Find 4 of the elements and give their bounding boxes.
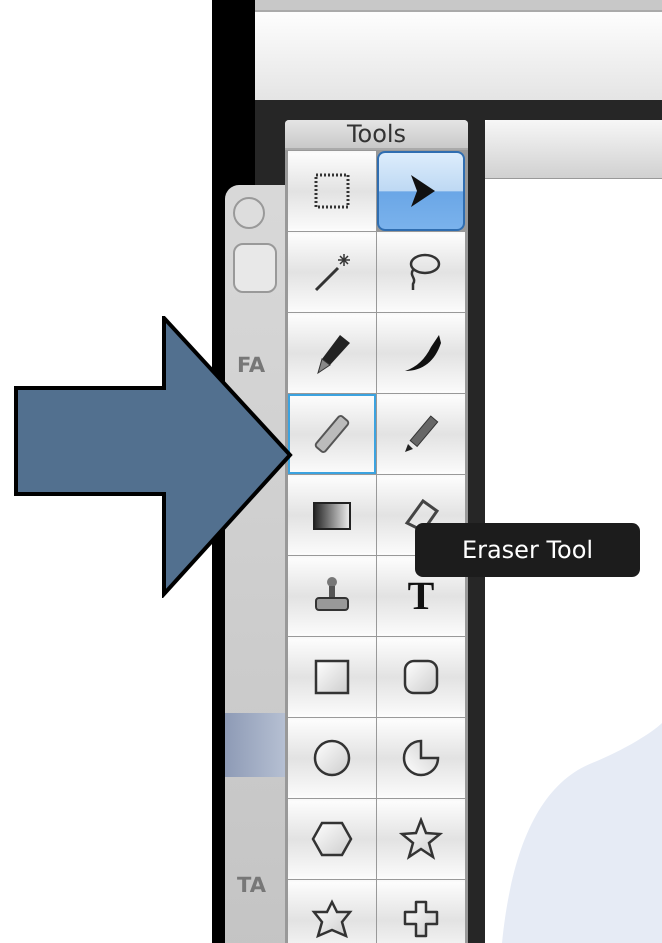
tooltip: Eraser Tool: [415, 523, 640, 577]
sidebar-heading: TA: [237, 873, 266, 897]
panel-title: Tools: [285, 120, 468, 150]
sidebar-heading: FA: [237, 353, 266, 377]
